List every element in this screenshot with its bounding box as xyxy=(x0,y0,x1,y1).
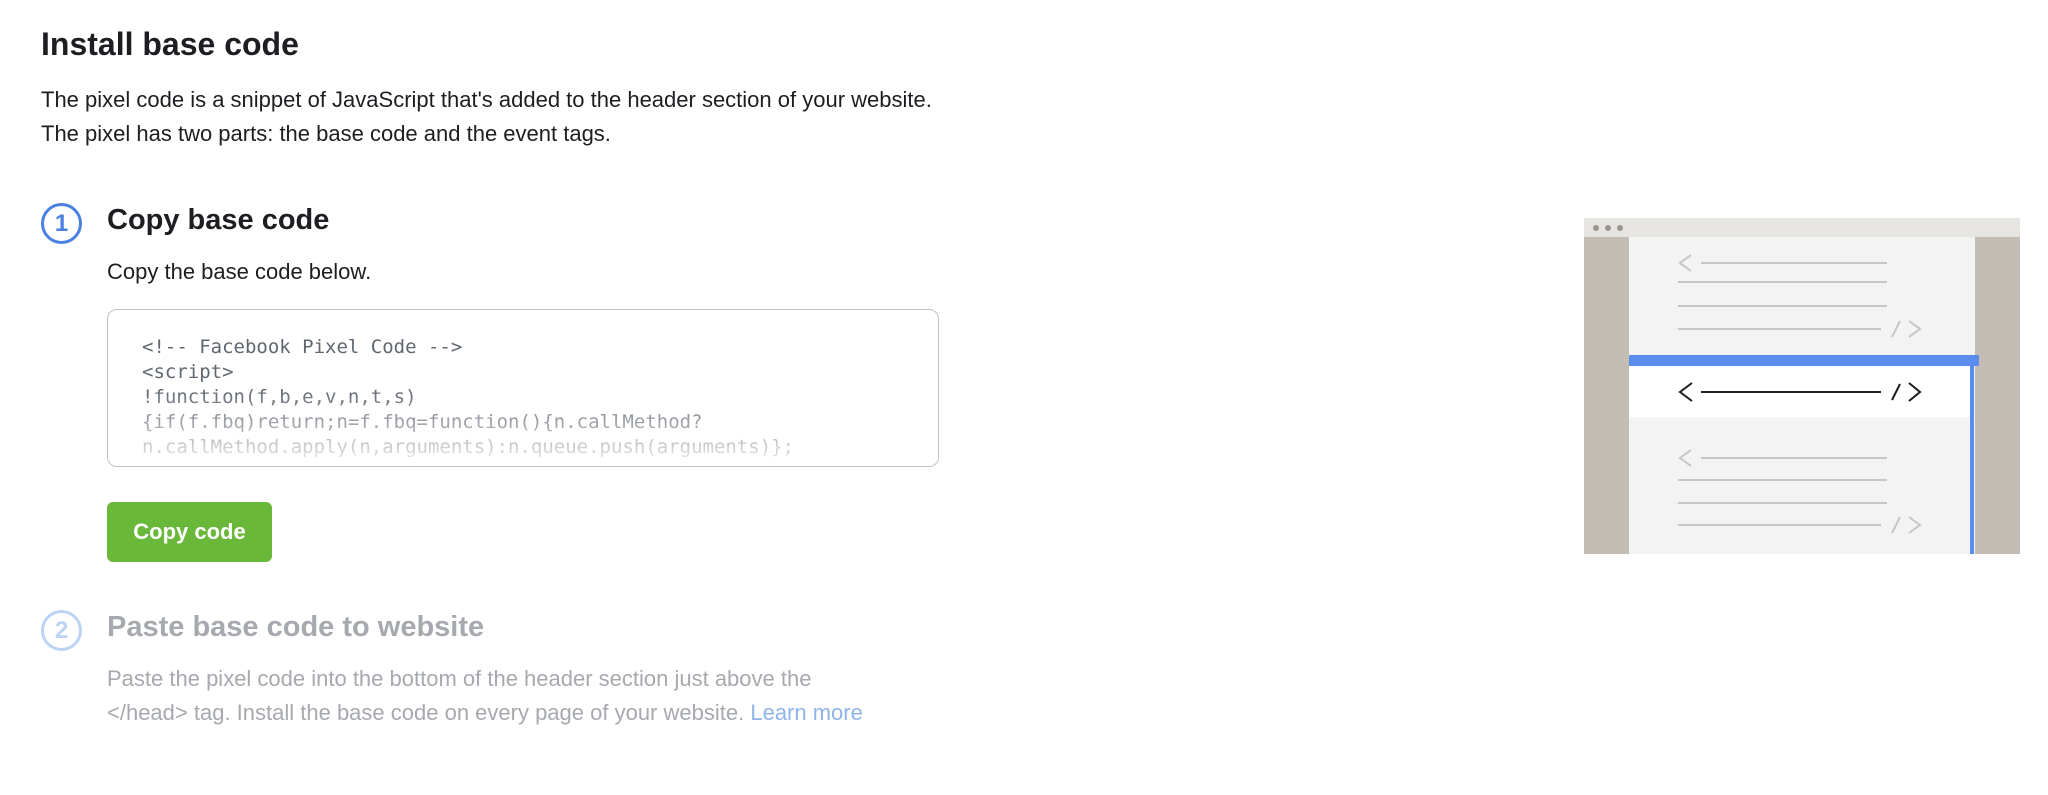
step-2-description-line-1: Paste the pixel code into the bottom of … xyxy=(107,666,812,691)
base-code-snippet[interactable]: <!-- Facebook Pixel Code --> <script> !f… xyxy=(108,310,938,460)
page-title: Install base code xyxy=(41,26,299,62)
step-1-number-badge: 1 xyxy=(41,203,82,244)
step-2-description-line-2-text: </head> tag. Install the base code on ev… xyxy=(107,700,745,725)
copy-code-button[interactable]: Copy code xyxy=(107,502,272,562)
intro-text: The pixel code is a snippet of JavaScrip… xyxy=(41,83,932,151)
step-1-title: Copy base code xyxy=(107,204,330,236)
step-2-title: Paste base code to website xyxy=(107,611,485,643)
step-1-description: Copy the base code below. xyxy=(107,259,372,284)
step-2-description: Paste the pixel code into the bottom of … xyxy=(107,662,863,730)
intro-line-2: The pixel has two parts: the base code a… xyxy=(41,121,611,146)
step-2-description-line-2: </head> tag. Install the base code on ev… xyxy=(107,696,863,730)
browser-illustration-svg xyxy=(1584,218,2020,554)
step-2-number-badge: 2 xyxy=(41,610,82,651)
browser-code-illustration xyxy=(1584,218,2020,559)
base-code-box[interactable]: <!-- Facebook Pixel Code --> <script> !f… xyxy=(107,309,939,467)
intro-line-1: The pixel code is a snippet of JavaScrip… xyxy=(41,87,932,112)
learn-more-link[interactable]: Learn more xyxy=(750,700,863,725)
